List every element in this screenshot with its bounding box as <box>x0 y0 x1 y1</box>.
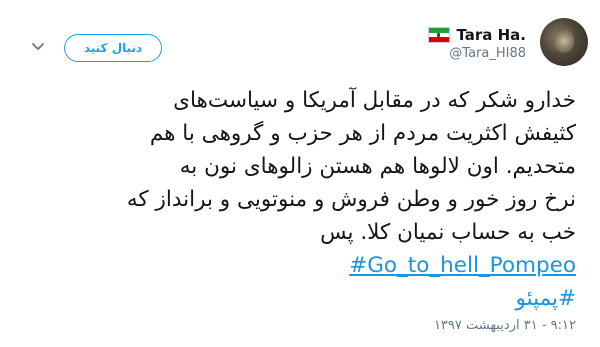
tweet-line: نرخ روز خور و وطن فروش و منوتویی و براند… <box>126 187 576 212</box>
tweet-header: Tara Ha. @Tara_HI88 دنبال کنید <box>0 0 600 80</box>
hashtag-link[interactable]: #پمپئو <box>515 286 576 311</box>
name-row[interactable]: Tara Ha. <box>428 26 526 44</box>
follow-button[interactable]: دنبال کنید <box>64 34 162 62</box>
user-info[interactable]: Tara Ha. @Tara_HI88 <box>428 26 526 61</box>
tweet-line: خدارو شکر که در مقابل آمریکا و سیاست‌های <box>173 88 576 113</box>
iran-flag-icon <box>428 27 451 43</box>
hashtag-link[interactable]: #Go_to_hell_Pompeo <box>349 249 576 282</box>
tweet-line: کثیفش اکثریت مردم از هر حزب و گروهی با ه… <box>149 121 576 146</box>
chevron-down-icon[interactable] <box>30 38 46 54</box>
avatar[interactable] <box>540 18 588 66</box>
user-handle[interactable]: @Tara_HI88 <box>449 46 526 61</box>
display-name[interactable]: Tara Ha. <box>456 26 526 44</box>
tweet-line: خب به حساب نمیان کلا. پس <box>320 220 576 245</box>
tweet-line: متحدیم. اون لالوها هم هستن زالوهای نون ب… <box>179 154 576 179</box>
tweet-timestamp[interactable]: ۹:۱۲ - ۳۱ اردیبهشت ۱۳۹۷ <box>434 318 576 333</box>
tweet-text: خدارو شکر که در مقابل آمریکا و سیاست‌های… <box>20 84 576 315</box>
